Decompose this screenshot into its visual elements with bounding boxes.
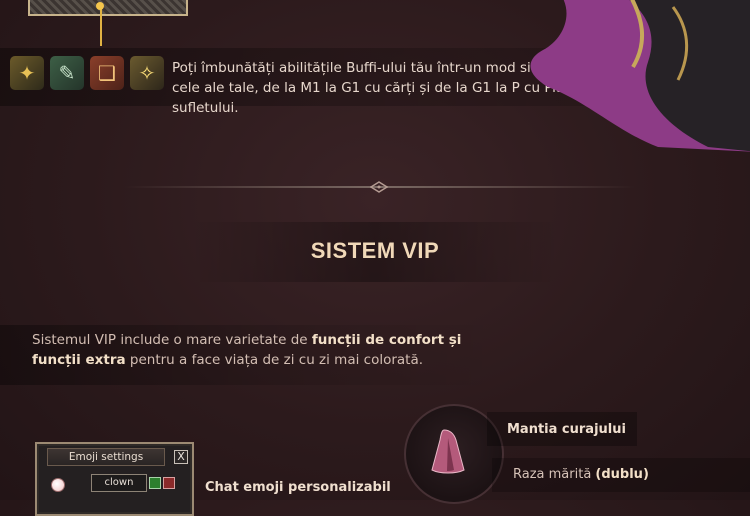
section-title: SISTEM VIP bbox=[0, 238, 750, 264]
mantle-stat-text: Raza mărită bbox=[513, 467, 595, 482]
emoji-confirm-button[interactable] bbox=[149, 477, 161, 489]
buff-skill-icon-1: ✦ bbox=[10, 56, 44, 90]
vip-intro-part1: Sistemul VIP include o mare varietate de bbox=[32, 332, 312, 348]
mantle-icon bbox=[420, 424, 476, 480]
mantle-label: Mantia curajului bbox=[507, 422, 626, 437]
emoji-name-field[interactable]: clown bbox=[91, 474, 147, 492]
divider-ornament-icon bbox=[370, 181, 388, 193]
vip-intro-part2: pentru a face viața de zi cu zi mai colo… bbox=[126, 352, 423, 368]
emoji-settings-panel: Emoji settings X clown bbox=[35, 442, 194, 516]
frame-connector-line bbox=[100, 6, 102, 46]
mantle-stat: Raza mărită (dublu) bbox=[513, 467, 649, 482]
buff-skill-icon-2: ✎ bbox=[50, 56, 84, 90]
chat-emoji-label: Chat emoji personalizabil bbox=[205, 480, 391, 495]
emoji-delete-button[interactable] bbox=[163, 477, 175, 489]
top-image-frame bbox=[28, 0, 188, 16]
emoji-settings-close-button[interactable]: X bbox=[174, 450, 188, 464]
character-art bbox=[508, 0, 750, 152]
vip-intro: Sistemul VIP include o mare varietate de… bbox=[32, 330, 492, 370]
buff-skill-icon-4: ✧ bbox=[130, 56, 164, 90]
frame-connector-dot bbox=[96, 2, 104, 10]
divider-ornament-center bbox=[378, 186, 381, 189]
buff-skill-icons: ✦ ✎ ❑ ✧ bbox=[10, 56, 164, 90]
emoji-settings-title: Emoji settings bbox=[47, 448, 165, 466]
clown-emoji-icon bbox=[51, 478, 65, 492]
buff-skill-icon-3: ❑ bbox=[90, 56, 124, 90]
mantle-stat-bold: (dublu) bbox=[595, 467, 648, 482]
